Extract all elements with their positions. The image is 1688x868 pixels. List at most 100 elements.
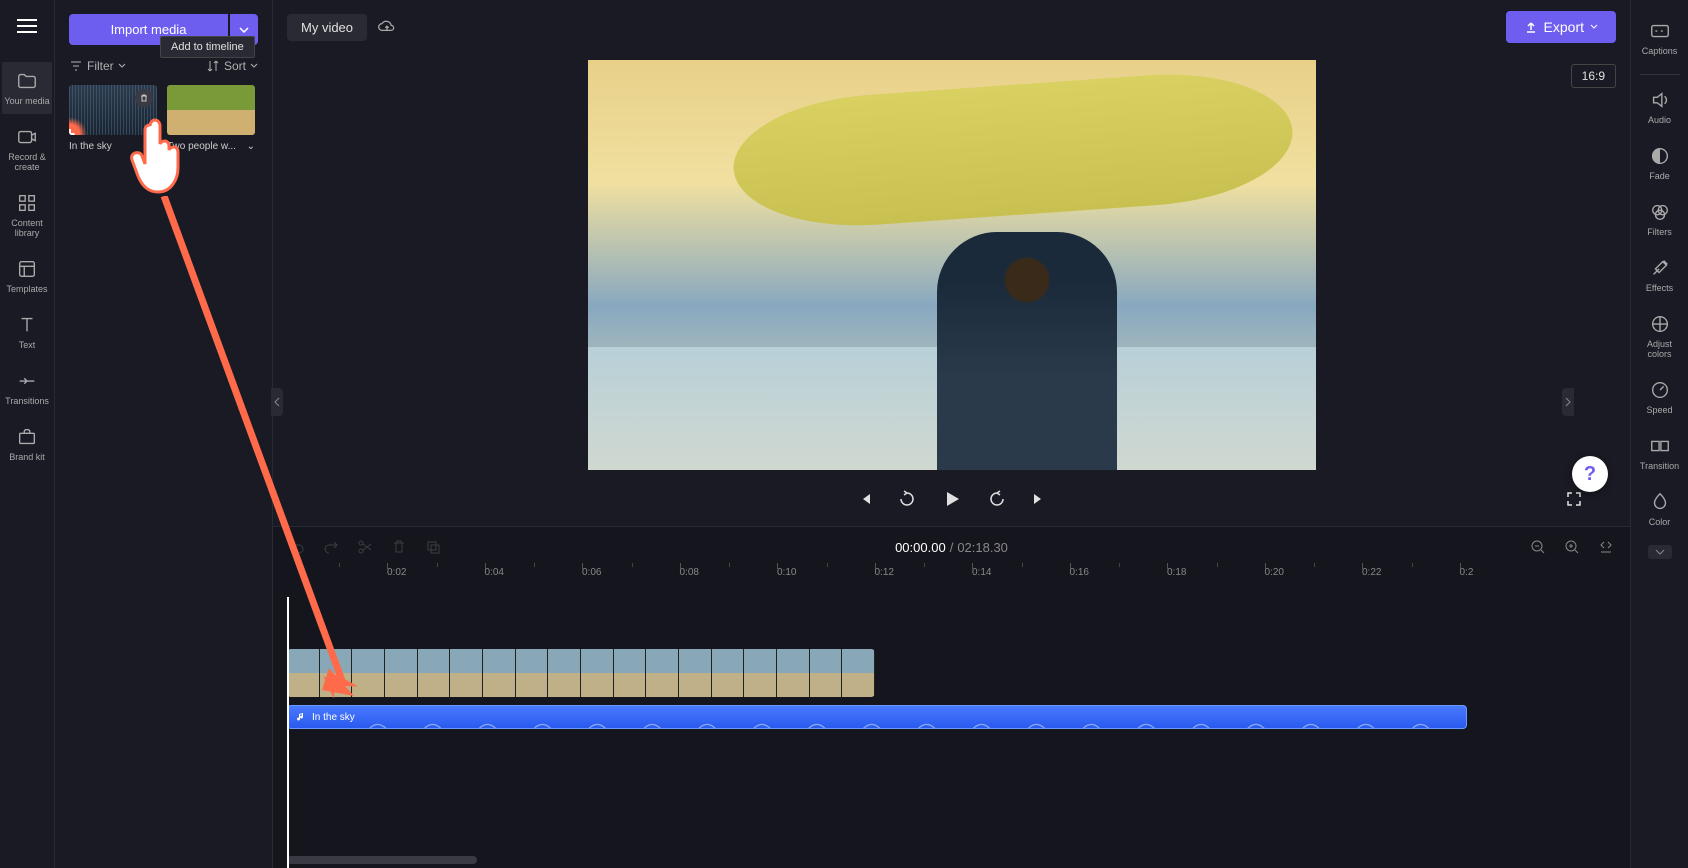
ruler-tick: 0:04 bbox=[485, 567, 504, 578]
chevron-down-icon[interactable]: ⌄ bbox=[247, 141, 255, 152]
captions-icon bbox=[1649, 20, 1671, 42]
timeline-scrollbar[interactable] bbox=[287, 856, 477, 864]
filter-button[interactable]: Filter bbox=[69, 59, 126, 73]
fade-icon bbox=[1649, 145, 1671, 167]
next-frame-button[interactable] bbox=[1027, 487, 1051, 511]
ruler-tick: 0:16 bbox=[1070, 567, 1089, 578]
prop-filters[interactable]: Filters bbox=[1633, 193, 1687, 245]
collapse-left-panel[interactable] bbox=[271, 388, 283, 416]
effects-icon bbox=[1649, 257, 1671, 279]
ruler-tick: 0:22 bbox=[1362, 567, 1381, 578]
zoom-in-button[interactable] bbox=[1562, 537, 1582, 557]
waveform-icon bbox=[364, 708, 1462, 729]
cloud-sync-icon[interactable] bbox=[377, 17, 397, 37]
aspect-ratio-button[interactable]: 16:9 bbox=[1571, 64, 1616, 88]
right-properties-rail: Captions Audio Fade Filters Effects Adju… bbox=[1630, 0, 1688, 868]
trash-icon bbox=[391, 539, 407, 555]
rewind-button[interactable] bbox=[895, 487, 919, 511]
music-note-icon bbox=[296, 712, 306, 722]
folder-icon bbox=[16, 70, 38, 92]
prop-captions[interactable]: Captions bbox=[1633, 12, 1687, 64]
color-icon bbox=[1649, 491, 1671, 513]
media-label: In the sky bbox=[69, 141, 157, 152]
prop-transition[interactable]: Transition bbox=[1633, 427, 1687, 479]
delete-media-icon[interactable] bbox=[135, 89, 153, 107]
media-item-video[interactable]: Two people w... ⌄ bbox=[167, 85, 255, 152]
zoom-in-icon bbox=[1564, 539, 1580, 555]
prev-frame-button[interactable] bbox=[853, 487, 877, 511]
left-nav-rail: Your media Record & create Content libra… bbox=[0, 0, 55, 868]
ruler-tick: 0:12 bbox=[875, 567, 894, 578]
prop-speed[interactable]: Speed bbox=[1633, 371, 1687, 423]
media-panel: Import media Filter Sort bbox=[55, 0, 273, 868]
forward-button[interactable] bbox=[985, 487, 1009, 511]
ruler-tick: 0:06 bbox=[582, 567, 601, 578]
rewind-icon bbox=[897, 489, 917, 509]
play-button[interactable] bbox=[937, 484, 967, 514]
prop-fade[interactable]: Fade bbox=[1633, 137, 1687, 189]
audio-clip[interactable]: In the sky bbox=[287, 705, 1467, 729]
transitions-icon bbox=[16, 370, 38, 392]
media-label: Two people w... ⌄ bbox=[167, 141, 255, 152]
media-item-audio[interactable]: + In the sky bbox=[69, 85, 157, 152]
prop-adjust-colors[interactable]: Adjust colors bbox=[1633, 305, 1687, 367]
split-button[interactable] bbox=[355, 537, 375, 557]
center-column: My video Export 16:9 bbox=[273, 0, 1630, 868]
video-track[interactable] bbox=[287, 649, 1630, 697]
ruler-tick: 0:14 bbox=[972, 567, 991, 578]
right-rail-more[interactable] bbox=[1648, 545, 1672, 559]
filter-icon bbox=[69, 59, 83, 73]
transition-icon bbox=[1649, 435, 1671, 457]
prop-audio[interactable]: Audio bbox=[1633, 81, 1687, 133]
fullscreen-icon bbox=[1565, 490, 1583, 508]
undo-button[interactable] bbox=[287, 537, 307, 557]
scissors-icon bbox=[357, 539, 373, 555]
undo-icon bbox=[289, 539, 305, 555]
zoom-out-icon bbox=[1530, 539, 1546, 555]
nav-your-media[interactable]: Your media bbox=[2, 62, 52, 114]
forward-icon bbox=[987, 489, 1007, 509]
fit-icon bbox=[1598, 539, 1614, 555]
collapse-right-panel[interactable] bbox=[1562, 388, 1574, 416]
chevron-down-icon bbox=[1655, 549, 1665, 555]
playhead[interactable] bbox=[287, 597, 289, 868]
export-button[interactable]: Export bbox=[1506, 11, 1616, 43]
speaker-icon bbox=[1649, 89, 1671, 111]
ruler-tick: 0:08 bbox=[680, 567, 699, 578]
audio-track[interactable]: In the sky bbox=[287, 705, 1630, 731]
video-preview[interactable] bbox=[588, 60, 1316, 470]
filters-icon bbox=[1649, 201, 1671, 223]
zoom-out-button[interactable] bbox=[1528, 537, 1548, 557]
nav-text[interactable]: Text bbox=[2, 306, 52, 358]
prop-color[interactable]: Color bbox=[1633, 483, 1687, 535]
ruler-tick: 0:18 bbox=[1167, 567, 1186, 578]
timeline-tracks[interactable]: In the sky bbox=[273, 597, 1630, 868]
skip-back-icon bbox=[856, 490, 874, 508]
nav-transitions[interactable]: Transitions bbox=[2, 362, 52, 414]
ruler-tick: 0:20 bbox=[1265, 567, 1284, 578]
nav-record-create[interactable]: Record & create bbox=[2, 118, 52, 180]
duplicate-button[interactable] bbox=[423, 537, 443, 557]
ruler-tick: 0:10 bbox=[777, 567, 796, 578]
help-button[interactable]: ? bbox=[1572, 456, 1608, 492]
nav-content-library[interactable]: Content library bbox=[2, 184, 52, 246]
prop-effects[interactable]: Effects bbox=[1633, 249, 1687, 301]
fit-timeline-button[interactable] bbox=[1596, 537, 1616, 557]
sort-icon bbox=[206, 59, 220, 73]
timeline-ruler[interactable]: 0:02 0:04 0:06 0:08 0:10 0:12 0:14 0:16 0:18 0:20… bbox=[287, 567, 1630, 597]
redo-button[interactable] bbox=[321, 537, 341, 557]
ruler-tick: 0:02 bbox=[387, 567, 406, 578]
project-title-input[interactable]: My video bbox=[287, 14, 367, 41]
chevron-right-icon bbox=[1565, 397, 1571, 407]
nav-brand-kit[interactable]: Brand kit bbox=[2, 418, 52, 470]
redo-icon bbox=[323, 539, 339, 555]
sort-button[interactable]: Sort bbox=[206, 59, 258, 73]
video-clip[interactable] bbox=[287, 649, 875, 697]
text-icon bbox=[16, 314, 38, 336]
upload-icon bbox=[1524, 20, 1538, 34]
hamburger-menu-icon[interactable] bbox=[11, 10, 43, 42]
nav-templates[interactable]: Templates bbox=[2, 250, 52, 302]
templates-icon bbox=[16, 258, 38, 280]
chevron-down-icon bbox=[239, 25, 249, 35]
delete-clip-button[interactable] bbox=[389, 537, 409, 557]
